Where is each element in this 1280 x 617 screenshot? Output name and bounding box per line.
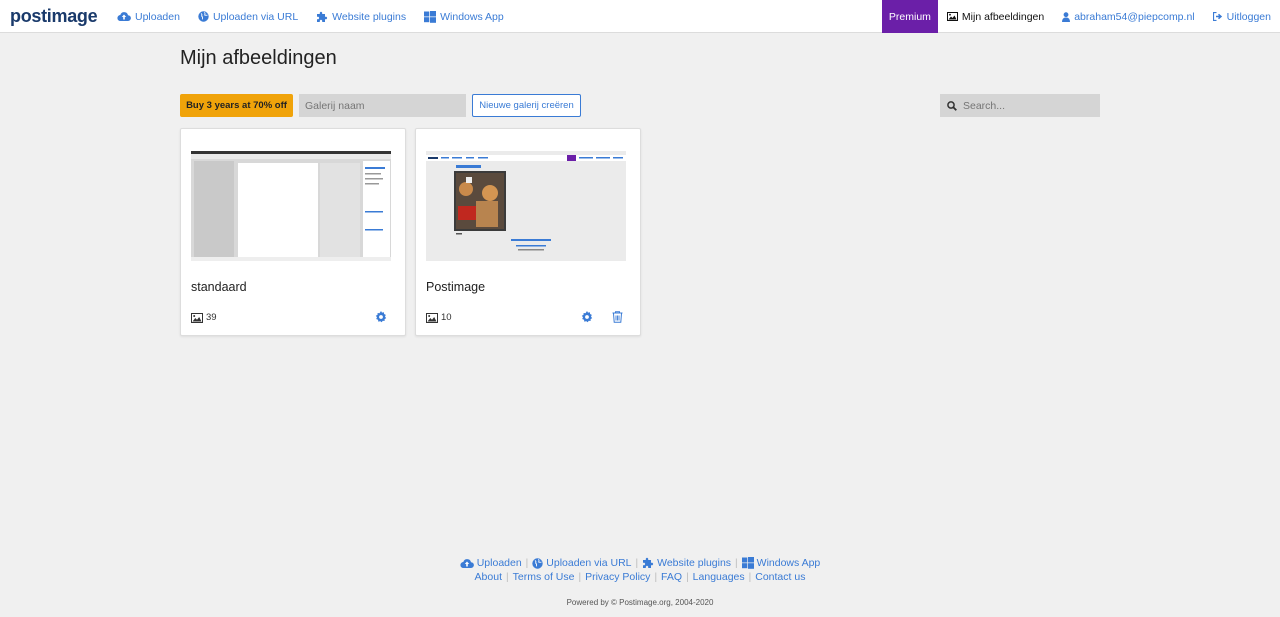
footer-links-primary: Uploaden | Uploaden via URL | Website pl…: [0, 556, 1280, 570]
image-count: 10: [426, 312, 452, 323]
separator: |: [525, 557, 529, 569]
top-navbar: postimage Uploaden Uploaden via URL Webs…: [0, 0, 1280, 33]
footer-link-contact[interactable]: Contact us: [755, 571, 805, 583]
footer-link-languages[interactable]: Languages: [693, 571, 745, 583]
thumbnail-preview-image: [191, 151, 391, 261]
nav-logout[interactable]: Uitloggen: [1204, 0, 1280, 33]
nav-my-images-label: Mijn afbeeldingen: [961, 10, 1045, 23]
separator: |: [748, 571, 752, 583]
separator: |: [578, 571, 582, 583]
footer-link-label: Windows App: [756, 557, 821, 569]
globe-icon: [198, 11, 209, 22]
footer-links-secondary: About | Terms of Use | Privacy Policy | …: [0, 570, 1280, 584]
images-icon: [191, 312, 203, 323]
user-email: abraham54@piepcomp.nl: [1074, 10, 1195, 23]
gallery-thumbnail[interactable]: [191, 151, 391, 261]
gear-icon: [375, 311, 387, 323]
gallery-card-postimage[interactable]: Postimage 10: [415, 128, 641, 336]
image-icon: [946, 12, 958, 21]
globe-icon: [532, 557, 543, 569]
separator: |: [506, 571, 509, 583]
footer-link-label: Uploaden via URL: [546, 557, 632, 569]
nav-user-account[interactable]: abraham54@piepcomp.nl: [1053, 0, 1203, 33]
nav-windows-app-label: Windows App: [440, 10, 504, 23]
footer-link-uploaden[interactable]: Uploaden: [460, 557, 522, 569]
footer-link-about[interactable]: About: [475, 571, 502, 583]
nav-logout-label: Uitloggen: [1226, 10, 1271, 23]
new-gallery-button[interactable]: Nieuwe galerij creëren: [472, 94, 581, 117]
puzzle-icon: [317, 11, 328, 22]
search-input[interactable]: [963, 99, 1093, 112]
windows-icon: [741, 557, 754, 569]
gallery-delete-icon[interactable]: [612, 311, 623, 326]
footer-link-privacy[interactable]: Privacy Policy: [585, 571, 650, 583]
nav-website-plugins-label: Website plugins: [332, 10, 407, 23]
user-icon: [1062, 11, 1071, 22]
gallery-settings-icon[interactable]: [375, 311, 387, 326]
separator: |: [654, 571, 658, 583]
postimage-logo[interactable]: postimage: [10, 6, 98, 27]
separator: |: [735, 557, 738, 569]
nav-windows-app[interactable]: Windows App: [424, 10, 504, 23]
cloud-upload-icon: [460, 558, 474, 568]
gallery-settings-icon[interactable]: [581, 311, 593, 326]
gallery-name-input[interactable]: [299, 94, 466, 117]
sign-out-icon: [1212, 12, 1222, 21]
gear-icon: [581, 311, 593, 323]
powered-by-text: Powered by © Postimage.org, 2004-2020: [566, 598, 714, 607]
nav-my-images[interactable]: Mijn afbeeldingen: [938, 0, 1053, 33]
nav-uploaden-url[interactable]: Uploaden via URL: [198, 11, 298, 23]
thumbnail-preview-image: [426, 151, 626, 261]
footer: Uploaden | Uploaden via URL | Website pl…: [0, 556, 1280, 584]
search-field[interactable]: [940, 94, 1100, 117]
gallery-thumbnail[interactable]: [426, 151, 626, 261]
premium-button[interactable]: Premium: [881, 0, 938, 33]
image-count-value: 10: [441, 312, 452, 323]
cloud-upload-icon: [117, 12, 131, 22]
nav-uploaden-url-label: Uploaden via URL: [212, 10, 299, 23]
gallery-title[interactable]: Postimage: [426, 280, 485, 294]
footer-link-uploaden-url[interactable]: Uploaden via URL: [532, 557, 632, 569]
windows-icon: [424, 10, 437, 23]
page-title: Mijn afbeeldingen: [180, 47, 337, 69]
nav-uploaden-label: Uploaden: [135, 10, 180, 23]
trash-icon: [612, 311, 623, 323]
image-count: 39: [191, 312, 217, 323]
footer-link-label: Uploaden: [476, 557, 522, 569]
main-nav: Uploaden Uploaden via URL Website plugin…: [117, 0, 522, 33]
footer-link-windows-app[interactable]: Windows App: [741, 557, 821, 569]
separator: |: [635, 557, 639, 569]
nav-website-plugins[interactable]: Website plugins: [316, 11, 406, 23]
images-icon: [426, 312, 438, 323]
image-count-value: 39: [206, 312, 217, 323]
footer-link-faq[interactable]: FAQ: [661, 571, 682, 583]
footer-link-website-plugins[interactable]: Website plugins: [642, 557, 731, 569]
separator: |: [686, 571, 689, 583]
search-icon: [947, 100, 957, 111]
footer-link-terms[interactable]: Terms of Use: [513, 571, 575, 583]
gallery-title[interactable]: standaard: [191, 280, 247, 294]
puzzle-icon: [643, 557, 654, 568]
promo-button[interactable]: Buy 3 years at 70% off: [180, 94, 293, 117]
gallery-card-standaard[interactable]: standaard 39: [180, 128, 406, 336]
footer-link-label: Website plugins: [657, 557, 732, 569]
nav-uploaden[interactable]: Uploaden: [117, 11, 180, 23]
user-nav: Premium Mijn afbeeldingen abraham54@piep…: [881, 0, 1280, 33]
